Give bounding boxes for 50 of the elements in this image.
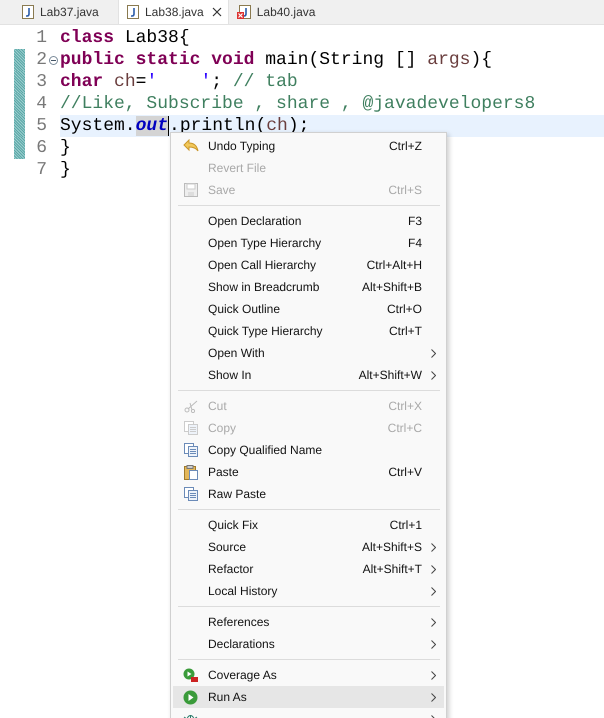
menu-item[interactable]: Undo Typing Ctrl+Z — [173, 135, 444, 157]
menu-item[interactable]: Open Call Hierarchy Ctrl+Alt+H — [173, 254, 444, 276]
line-number: 3 — [35, 72, 47, 92]
menu-item[interactable]: Open With — [173, 342, 444, 364]
menu-item[interactable]: Declarations — [173, 633, 444, 655]
line-number: 7 — [35, 160, 47, 180]
menu-item[interactable]: Run As — [173, 686, 444, 708]
line-number: 5 — [35, 116, 47, 136]
undo-arrow-icon — [182, 139, 198, 153]
code-line: } — [60, 159, 71, 181]
line-number: 6 — [35, 138, 47, 158]
menu-item[interactable]: Refactor Alt+Shift+T — [173, 558, 444, 580]
line-number: 4 — [35, 94, 47, 114]
collapse-icon[interactable] — [49, 56, 58, 64]
menu-item[interactable]: Local History — [173, 580, 444, 602]
clipboard-icon — [184, 464, 198, 480]
code-line: public static void main(String [] args){ — [60, 49, 492, 71]
menu-item[interactable]: Open Declaration F3 — [173, 210, 444, 232]
java-file-icon — [127, 5, 139, 19]
menu-item[interactable]: Raw Paste — [173, 483, 444, 505]
code-line: //Like, Subscribe , share , @javadevelopers8 — [60, 93, 536, 115]
save-icon — [184, 183, 198, 197]
menu-item[interactable]: References — [173, 611, 444, 633]
menu-item[interactable]: Quick Fix Ctrl+1 — [173, 514, 444, 536]
copy-icon — [184, 421, 198, 435]
run-play-icon — [183, 690, 198, 704]
editor-tab[interactable]: Lab38.java — [118, 0, 229, 24]
java-file-icon — [22, 5, 34, 19]
menu-item[interactable]: Quick Outline Ctrl+O — [173, 298, 444, 320]
copy-icon — [184, 487, 198, 501]
coverage-run-icon — [182, 668, 198, 682]
code-line: class Lab38{ — [60, 27, 190, 49]
menu-item[interactable]: Quick Type Hierarchy Ctrl+T — [173, 320, 444, 342]
close-icon[interactable] — [212, 7, 222, 17]
menu-item[interactable]: Show In Alt+Shift+W — [173, 364, 444, 386]
menu-item[interactable]: Source Alt+Shift+S — [173, 536, 444, 558]
scissors-icon — [184, 399, 198, 413]
editor-tab[interactable]: Lab37.java — [14, 0, 118, 24]
editor-tab[interactable]: Lab40.java — [228, 0, 334, 24]
copy-icon — [184, 443, 198, 457]
java-file-error-icon — [236, 5, 251, 19]
menu-item[interactable]: Copy Qualified Name — [173, 439, 444, 461]
menu-item[interactable]: Paste Ctrl+V — [173, 461, 444, 483]
line-number: 1 — [35, 28, 47, 48]
code-line: char ch=' '; // tab — [60, 71, 298, 93]
code-line: } — [60, 137, 71, 159]
menu-item[interactable]: Open Type Hierarchy F4 — [173, 232, 444, 254]
menu-item[interactable]: Coverage As — [173, 664, 444, 686]
line-number: 2 — [35, 50, 47, 70]
menu-item[interactable]: Show in Breadcrumb Alt+Shift+B — [173, 276, 444, 298]
